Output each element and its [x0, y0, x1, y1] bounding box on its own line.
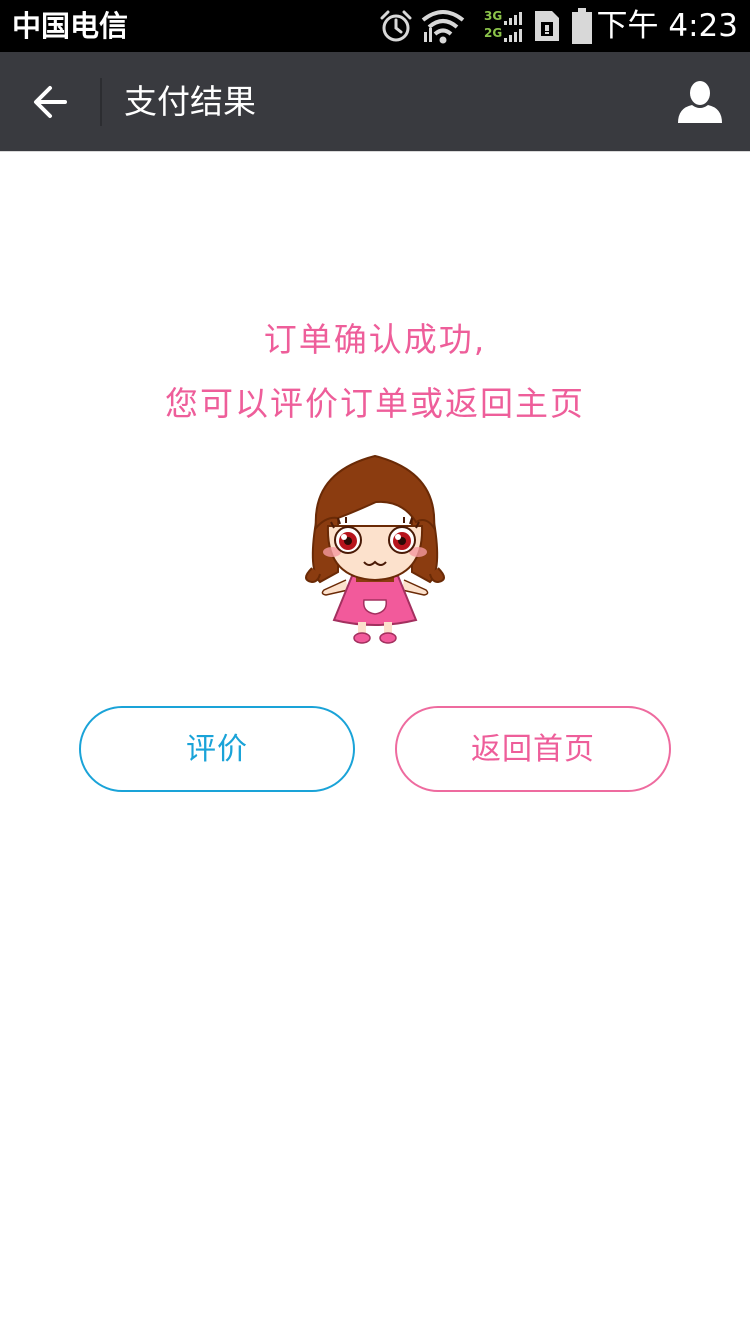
wifi-icon — [421, 10, 465, 44]
alarm-icon — [380, 10, 412, 42]
header-divider — [100, 78, 102, 126]
cartoon-girl-illustration — [305, 454, 445, 644]
title-bar-shadow — [0, 151, 750, 152]
title-bar: 支付结果 — [0, 52, 750, 152]
network-3g-label: 3G — [484, 9, 503, 23]
battery-icon — [572, 8, 592, 44]
carrier-name: 中国电信 — [12, 9, 129, 43]
status-bar: 中国电信 3G 2G 下午 4:23 — [0, 0, 750, 52]
sim-icon — [535, 11, 559, 41]
page-title: 支付结果 — [124, 82, 256, 121]
network-2g-label: 2G — [484, 26, 503, 40]
review-button[interactable]: 评价 — [79, 706, 355, 792]
success-message-line1: 订单确认成功, — [263, 320, 487, 359]
back-button[interactable] — [0, 52, 100, 152]
arrow-left-icon — [34, 86, 67, 118]
success-message-line2: 您可以评价订单或返回主页 — [165, 384, 585, 423]
user-icon — [678, 81, 722, 123]
clock-time: 下午 4:23 — [596, 8, 738, 44]
return-home-button[interactable]: 返回首页 — [395, 706, 671, 792]
signal-icon: 3G 2G — [484, 8, 528, 44]
user-button[interactable] — [650, 52, 750, 152]
